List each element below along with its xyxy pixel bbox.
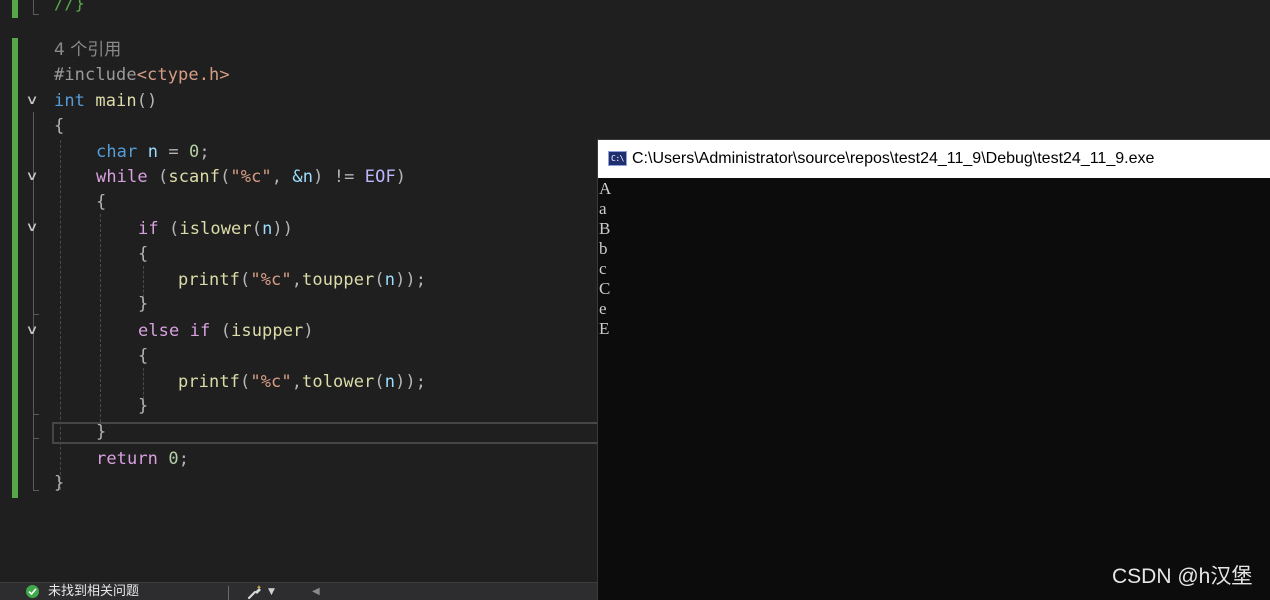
brace-token: { [54, 116, 65, 136]
variable-token: n [147, 142, 159, 162]
fold-line-end [33, 490, 39, 491]
keyword-token: if [138, 219, 159, 239]
code-line[interactable]: { [138, 344, 148, 368]
number-token: 0 [168, 449, 179, 469]
keyword-token: int [54, 91, 86, 111]
codelens-references[interactable]: 4 个引用 [54, 38, 121, 62]
change-indicator [12, 38, 18, 498]
function-name-token: main [95, 91, 137, 111]
code-line-while[interactable]: while (scanf("%c", &n) != EOF) [96, 165, 406, 189]
brace-token: } [138, 396, 149, 416]
code-line[interactable]: } [138, 292, 148, 316]
fold-line-end [33, 14, 39, 15]
code-line-return[interactable]: return 0; [96, 447, 189, 471]
fold-chevron-icon[interactable]: ∨ [19, 92, 44, 110]
console-titlebar[interactable]: C:\ C:\Users\Administrator\source\repos\… [598, 140, 1270, 178]
chevron-down-icon[interactable]: ▼ [268, 586, 275, 598]
code-line[interactable]: { [54, 114, 64, 138]
function-name-token: printf [178, 270, 241, 290]
function-name-token: islower [179, 219, 252, 239]
code-line[interactable]: } [54, 471, 64, 495]
keyword-token: return [96, 449, 159, 469]
function-name-token: toupper [302, 270, 375, 290]
console-output-line: e [599, 299, 607, 318]
string-token: "%c" [250, 270, 292, 290]
function-name-token: scanf [168, 167, 221, 187]
fold-chevron-icon[interactable]: ∨ [19, 219, 44, 237]
variable-token: n [262, 219, 273, 239]
operator-token: = [158, 142, 190, 162]
code-line[interactable]: { [96, 190, 106, 214]
code-line-printf-tolower[interactable]: printf("%c",tolower(n)); [178, 370, 426, 394]
fold-line-end [33, 314, 39, 315]
code-line[interactable]: } [138, 394, 148, 418]
fold-chevron-icon[interactable]: ∨ [19, 168, 44, 186]
brace-token: { [138, 244, 149, 264]
watermark-text: CSDN @h汉堡 [1112, 565, 1253, 588]
number-token: 0 [189, 142, 200, 162]
editor-status-bar: 未找到相关问题 ▼ ◀ [0, 582, 598, 600]
brace-token: } [138, 294, 149, 314]
brace-token: } [54, 473, 65, 493]
code-line-declaration[interactable]: char n = 0; [96, 140, 210, 164]
issues-status-text[interactable]: 未找到相关问题 [48, 584, 139, 600]
console-app-icon: C:\ [608, 151, 627, 166]
console-title: C:\Users\Administrator\source\repos\test… [632, 150, 1155, 167]
operator-token: != [323, 167, 365, 187]
screen: ∨ ∨ ∨ ∨ //} 4 个引用 #include<ctype.h> int … [0, 0, 1270, 600]
variable-token: &n [292, 167, 314, 187]
console-output-line: b [599, 239, 608, 258]
current-line-highlight [52, 422, 612, 444]
keyword-token: if [189, 321, 211, 341]
code-line-include[interactable]: #include<ctype.h> [54, 63, 230, 87]
include-path-token: <ctype.h> [136, 65, 230, 85]
function-name-token: tolower [302, 372, 375, 392]
fold-line-end [33, 414, 39, 415]
console-output-line: C [599, 279, 611, 298]
keyword-token: char [96, 142, 138, 162]
console-window[interactable]: C:\ C:\Users\Administrator\source\repos\… [597, 139, 1270, 600]
indent-guide [100, 214, 101, 432]
code-line-main-signature[interactable]: int main() [54, 89, 157, 113]
variable-token: n [384, 270, 396, 290]
console-output-line: A [599, 179, 612, 198]
code-line-else-if[interactable]: else if (isupper) [138, 319, 314, 343]
brace-token: } [96, 422, 107, 442]
string-token: "%c" [230, 167, 272, 187]
check-circle-icon[interactable] [26, 585, 39, 598]
code-line-if[interactable]: if (islower(n)) [138, 217, 293, 241]
console-output-line: B [599, 219, 611, 238]
scroll-left-icon[interactable]: ◀ [312, 585, 320, 599]
brace-token: { [138, 346, 149, 366]
preprocessor-token: #include [54, 65, 137, 85]
function-name-token: printf [178, 372, 241, 392]
fold-line-end [33, 438, 39, 439]
code-cleanup-icon[interactable] [246, 584, 264, 600]
function-name-token: isupper [231, 321, 304, 341]
fold-chevron-icon[interactable]: ∨ [19, 322, 44, 340]
code-line-current[interactable]: } [96, 420, 106, 444]
console-output[interactable]: A a B b c C e E [598, 178, 1270, 339]
fold-line [33, 0, 34, 14]
punctuation-token: ; [178, 449, 190, 469]
punctuation-token: () [136, 91, 158, 111]
console-output-line: E [599, 319, 610, 338]
code-line[interactable]: //} [54, 0, 85, 16]
comment-token: //} [54, 0, 86, 14]
code-line-printf-toupper[interactable]: printf("%c",toupper(n)); [178, 268, 426, 292]
status-separator [228, 586, 229, 600]
console-output-line: a [599, 199, 607, 218]
brace-token: { [96, 192, 107, 212]
punctuation-token: ; [199, 142, 210, 162]
variable-token: n [384, 372, 396, 392]
macro-token: EOF [364, 167, 396, 187]
change-indicator [12, 0, 18, 18]
keyword-token: else [138, 321, 180, 341]
string-token: "%c" [250, 372, 292, 392]
console-output-line: c [599, 259, 607, 278]
keyword-token: while [96, 167, 148, 187]
code-line[interactable]: { [138, 242, 148, 266]
